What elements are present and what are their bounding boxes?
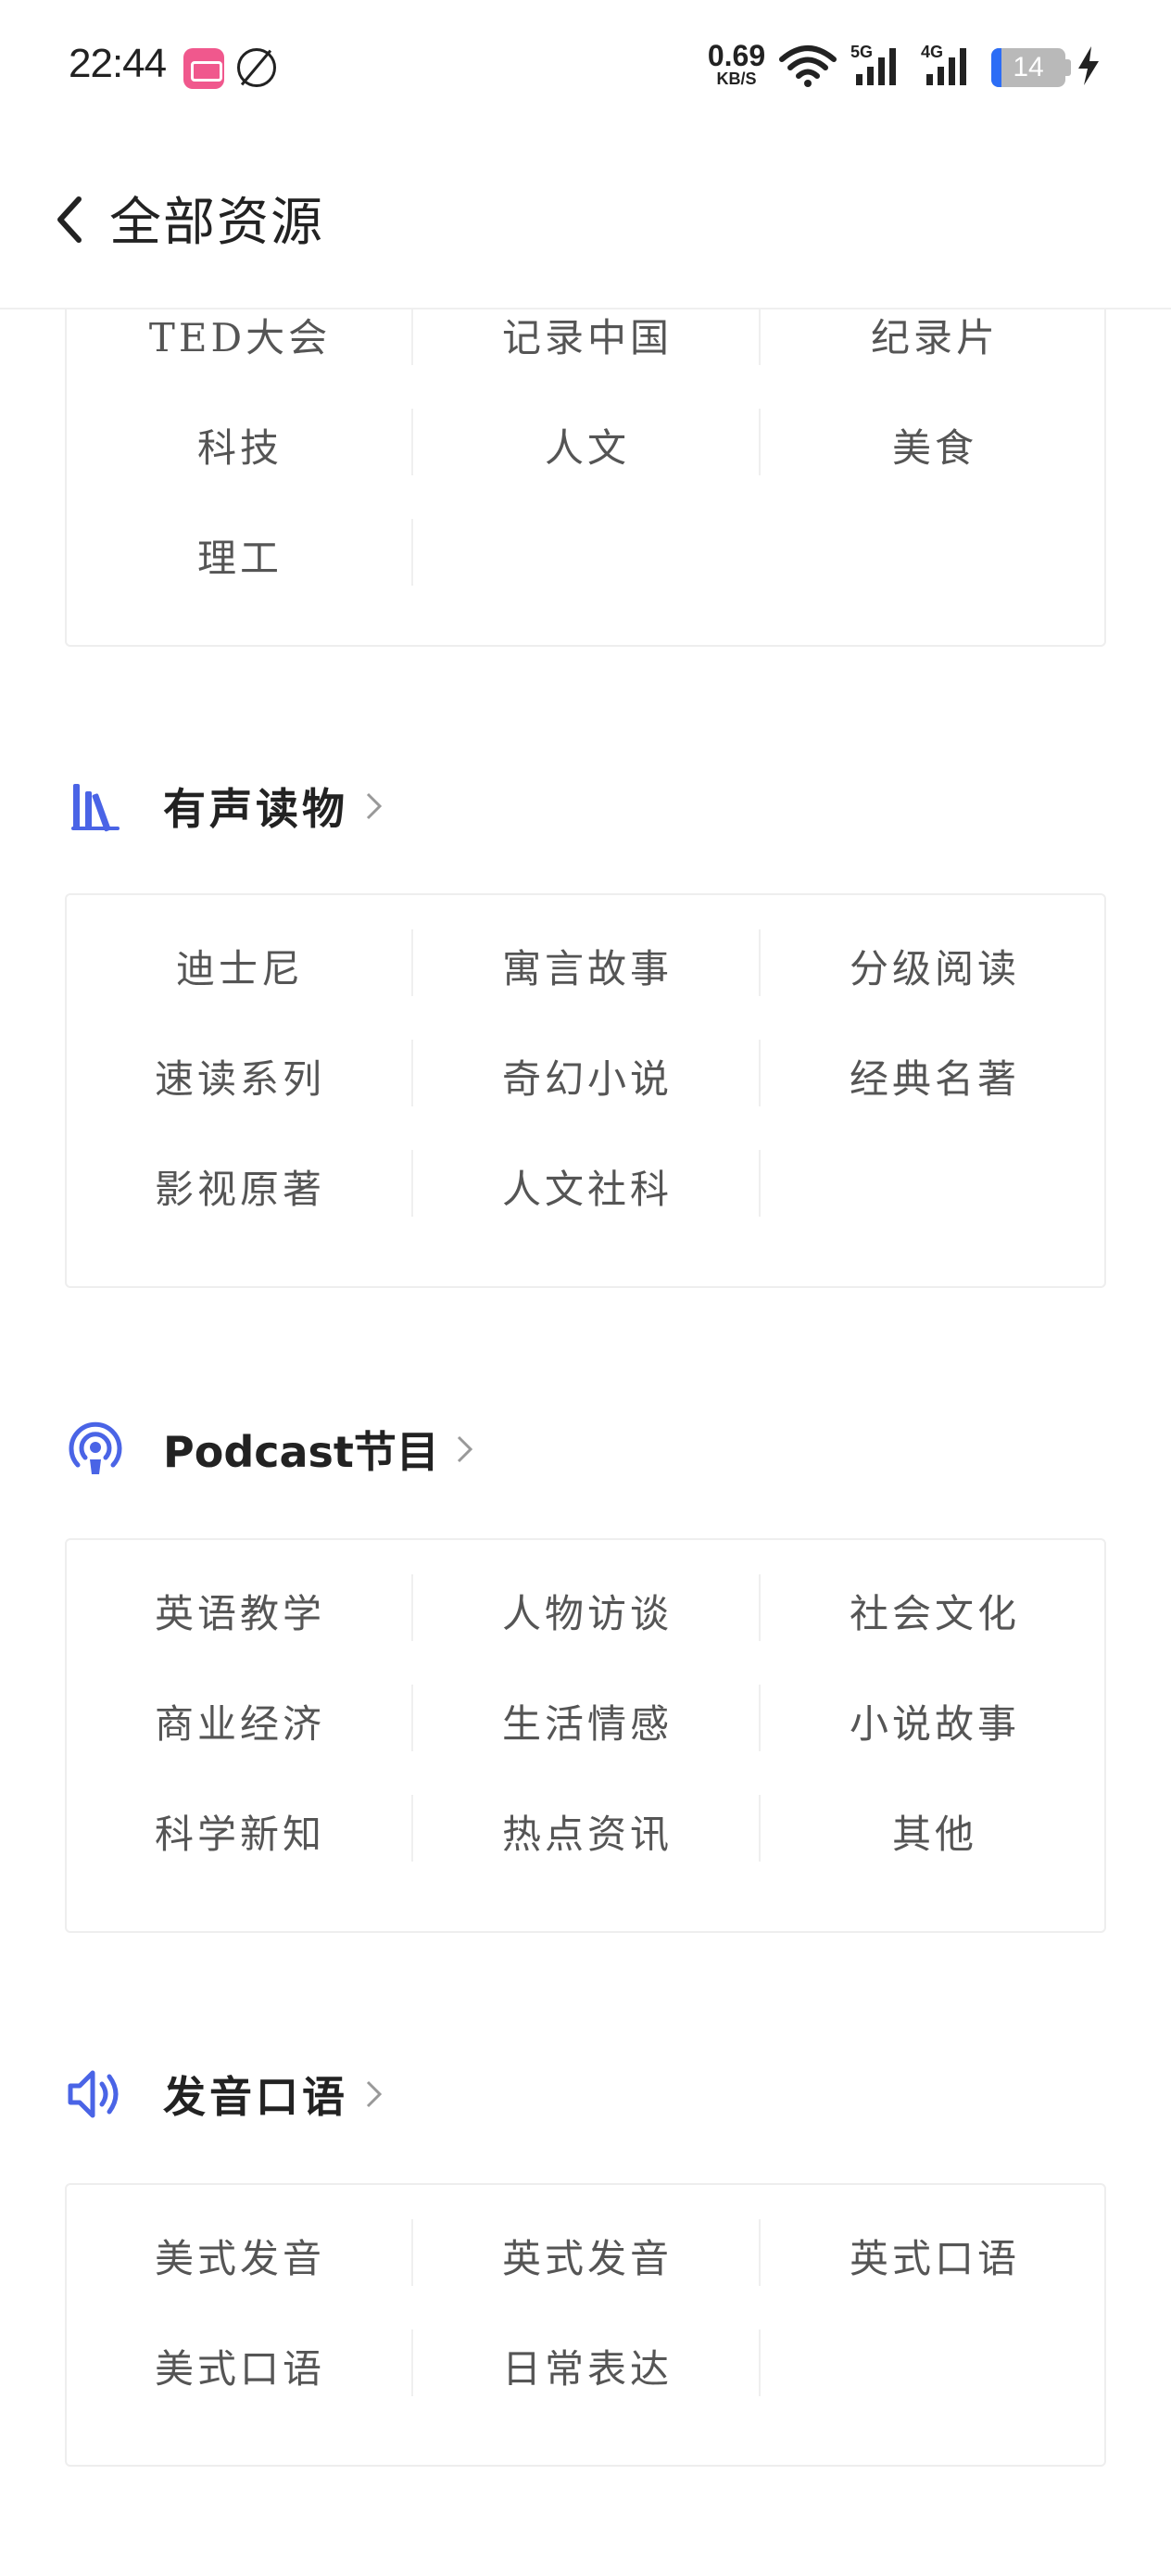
category-item[interactable]: 影视原著: [67, 1131, 413, 1242]
category-row: 英语教学 人物访谈 社会文化: [67, 1556, 1108, 1666]
category-item[interactable]: 英式口语: [762, 2201, 1108, 2311]
chevron-left-icon[interactable]: [44, 187, 94, 252]
category-item[interactable]: 速读系列: [67, 1021, 413, 1131]
video-category-card: TED大会 记录中国 纪录片 科技 人文 美食 理工: [65, 278, 1106, 647]
category-item[interactable]: 生活情感: [414, 1666, 761, 1776]
category-item[interactable]: 社会文化: [762, 1556, 1108, 1666]
wifi-icon: [778, 43, 837, 93]
category-item[interactable]: 理工: [67, 500, 413, 611]
section-header-podcast[interactable]: Podcast节目: [65, 1412, 482, 1486]
network-speed-unit: KB/S: [716, 69, 757, 88]
category-item[interactable]: 美式发音: [67, 2201, 413, 2311]
category-item[interactable]: 奇幻小说: [414, 1021, 761, 1131]
network-speed: 0.69 KB/S: [702, 41, 771, 87]
battery-level: 14: [1013, 52, 1044, 82]
chevron-right-icon: [454, 1431, 482, 1468]
category-item[interactable]: 热点资讯: [414, 1776, 761, 1887]
battery-tip: [1065, 59, 1071, 76]
category-item[interactable]: 科技: [67, 390, 413, 500]
category-item[interactable]: 日常表达: [414, 2311, 761, 2421]
category-row: 科技 人文 美食: [67, 390, 1108, 500]
category-item[interactable]: 小说故事: [762, 1666, 1108, 1776]
category-item[interactable]: 英式发音: [414, 2201, 761, 2311]
top-nav-bar: 全部资源: [0, 130, 1171, 309]
battery-icon: 14: [991, 48, 1065, 87]
pronunciation-category-card: 美式发音 英式发音 英式口语 美式口语 日常表达: [65, 2183, 1106, 2467]
section-header-audiobooks[interactable]: 有声读物: [65, 769, 391, 843]
status-bar: 22:44 0.69 KB/S 5G 4G 14: [0, 0, 1171, 130]
podcast-icon: [65, 1419, 126, 1480]
category-item[interactable]: 迪士尼: [67, 911, 413, 1021]
category-item[interactable]: 科学新知: [67, 1776, 413, 1887]
nfc-icon: [237, 48, 276, 87]
category-item[interactable]: 英语教学: [67, 1556, 413, 1666]
category-row: 迪士尼 寓言故事 分级阅读: [67, 911, 1108, 1021]
podcast-category-card: 英语教学 人物访谈 社会文化 商业经济 生活情感 小说故事 科学新知 热点资讯 …: [65, 1538, 1106, 1933]
category-item[interactable]: 美食: [762, 390, 1108, 500]
category-row: 速读系列 奇幻小说 经典名著: [67, 1021, 1108, 1131]
resource-list: TED大会 记录中国 纪录片 科技 人文 美食 理工 有声读物 迪士尼 寓言故事…: [0, 0, 1171, 2576]
charging-icon: [1075, 44, 1102, 91]
chevron-right-icon: [363, 788, 391, 825]
section-title: Podcast节目: [163, 1427, 439, 1477]
category-item[interactable]: 人文: [414, 390, 761, 500]
category-row: 科学新知 热点资讯 其他: [67, 1776, 1108, 1887]
page-title: 全部资源: [109, 193, 324, 253]
speaker-icon: [65, 2064, 126, 2125]
category-row: 理工: [67, 500, 1108, 611]
category-row: 美式口语 日常表达: [67, 2311, 1108, 2421]
category-item[interactable]: 经典名著: [762, 1021, 1108, 1131]
category-item[interactable]: 人文社科: [414, 1131, 761, 1242]
category-item[interactable]: 人物访谈: [414, 1556, 761, 1666]
network-speed-value: 0.69: [707, 39, 766, 72]
category-row: 影视原著 人文社科: [67, 1131, 1108, 1242]
category-item[interactable]: 商业经济: [67, 1666, 413, 1776]
category-item[interactable]: 美式口语: [67, 2311, 413, 2421]
category-row: 美式发音 英式发音 英式口语: [67, 2201, 1108, 2311]
audiobooks-category-card: 迪士尼 寓言故事 分级阅读 速读系列 奇幻小说 经典名著 影视原著 人文社科: [65, 893, 1106, 1288]
chevron-right-icon: [363, 2076, 391, 2113]
section-title: 有声读物: [163, 784, 348, 834]
app-notification-icon: [183, 48, 224, 89]
section-header-pronunciation[interactable]: 发音口语: [65, 2057, 391, 2131]
status-time: 22:44: [69, 41, 167, 86]
category-item[interactable]: 分级阅读: [762, 911, 1108, 1021]
section-title: 发音口语: [163, 2072, 348, 2122]
category-row: 商业经济 生活情感 小说故事: [67, 1666, 1108, 1776]
books-icon: [65, 776, 126, 837]
category-item[interactable]: 寓言故事: [414, 911, 761, 1021]
category-item[interactable]: 其他: [762, 1776, 1108, 1887]
